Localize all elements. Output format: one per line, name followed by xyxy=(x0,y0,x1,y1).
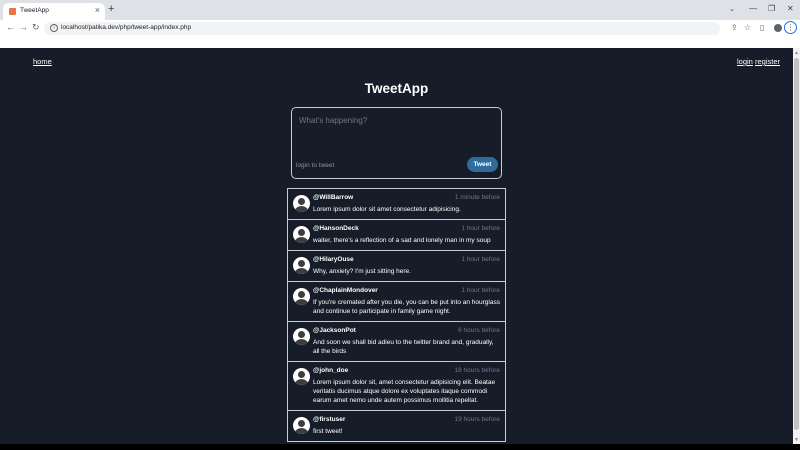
tweet-username[interactable]: @john_doe xyxy=(313,367,348,374)
avatar[interactable] xyxy=(293,417,310,434)
close-tab-icon[interactable]: × xyxy=(95,5,100,15)
tweet-feed: @WillBarrow 1 minute before Lorem ipsum do… xyxy=(287,188,506,442)
scroll-thumb[interactable] xyxy=(794,58,799,430)
side-panel-icon[interactable]: ▯ xyxy=(760,23,764,32)
tweet-text: If you're cremated after you die, you ca… xyxy=(313,299,500,315)
tweet-button[interactable]: Tweet xyxy=(467,157,498,172)
address-bar[interactable]: i localhost/patika.dev/php/tweet-app/ind… xyxy=(44,22,720,35)
tweet-timestamp: 1 hour before xyxy=(461,256,500,263)
browser-toolbar: ← → ↻ i localhost/patika.dev/php/tweet-a… xyxy=(0,20,800,37)
scroll-up-icon[interactable]: ▲ xyxy=(794,50,799,56)
tweet-timestamp: 6 hours before xyxy=(458,327,500,334)
tab-title: TweetApp xyxy=(20,7,49,14)
tweet-text: Why, anxiety? I'm just sitting here. xyxy=(313,268,411,275)
tweet-timestamp: 19 hours before xyxy=(454,416,500,423)
tweet-text: first tweet! xyxy=(313,428,343,435)
reload-icon[interactable]: ↻ xyxy=(32,22,40,33)
login-hint: login to tweet xyxy=(296,162,335,169)
avatar[interactable] xyxy=(293,195,310,212)
forward-icon[interactable]: → xyxy=(19,22,28,32)
avatar-body xyxy=(295,379,308,385)
avatar-body xyxy=(295,268,308,274)
tweet-item: @JacksonPot 6 hours before And soon we sha… xyxy=(288,322,505,362)
tweet-item: @HansonDeck 1 hour before waiter, there's … xyxy=(288,220,505,251)
tweet-item: @firstuser 19 hours before first tweet! xyxy=(288,411,505,441)
avatar-body xyxy=(295,339,308,345)
share-icon[interactable]: ⇪ xyxy=(731,23,738,32)
nav-home-link[interactable]: home xyxy=(33,57,52,66)
tweet-username[interactable]: @firstuser xyxy=(313,416,345,423)
tweet-timestamp: 1 hour before xyxy=(461,287,500,294)
restore-icon[interactable]: ❐ xyxy=(768,4,775,13)
nav-register-link[interactable]: register xyxy=(755,57,780,66)
tweet-item: @WillBarrow 1 minute before Lorem ipsum do… xyxy=(288,189,505,220)
avatar[interactable] xyxy=(293,257,310,274)
browser-tabstrip: TweetApp × + ⌄ — ❐ ✕ xyxy=(0,0,800,20)
profile-icon[interactable] xyxy=(774,24,782,32)
tweet-item: @ChaplainMondover 1 hour before If you're … xyxy=(288,282,505,322)
page-body: home login register TweetApp What's happ… xyxy=(0,48,793,444)
tweet-text: And soon we shall bid adieu to the twitt… xyxy=(313,339,494,355)
tweet-input[interactable]: What's happening? xyxy=(299,116,367,125)
avatar-head xyxy=(298,229,305,236)
avatar-head xyxy=(298,291,305,298)
new-tab-icon[interactable]: + xyxy=(108,3,114,15)
favicon-icon xyxy=(9,8,16,15)
nav-login-link[interactable]: login xyxy=(737,57,753,66)
scroll-down-icon[interactable]: ▼ xyxy=(794,437,799,443)
tweet-item: @john_doe 18 hours before Lorem ipsum dolo… xyxy=(288,362,505,411)
tweet-username[interactable]: @HilaryOuse xyxy=(313,256,354,263)
info-icon[interactable]: i xyxy=(50,24,58,32)
avatar-body xyxy=(295,206,308,212)
avatar-body xyxy=(295,299,308,305)
tweet-username[interactable]: @WillBarrow xyxy=(313,194,353,201)
tweet-username[interactable]: @JacksonPot xyxy=(313,327,356,334)
avatar-head xyxy=(298,198,305,205)
avatar-body xyxy=(295,428,308,434)
tweet-text: Lorem ipsum dolor sit amet consectetur a… xyxy=(313,206,461,213)
avatar[interactable] xyxy=(293,226,310,243)
app-title: TweetApp xyxy=(364,81,429,96)
tweet-text: Lorem ipsum dolor sit, amet consectetur … xyxy=(313,379,496,404)
tweet-username[interactable]: @HansonDeck xyxy=(313,225,359,232)
tweet-text: waiter, there's a reflection of a sad an… xyxy=(313,237,491,244)
browser-tab[interactable]: TweetApp × xyxy=(3,3,105,20)
avatar[interactable] xyxy=(293,368,310,385)
toolbar-divider xyxy=(0,37,800,48)
avatar-head xyxy=(298,260,305,267)
tweet-timestamp: 1 minute before xyxy=(454,194,500,201)
kebab-menu-icon[interactable]: ⋮ xyxy=(784,21,797,34)
back-icon[interactable]: ← xyxy=(6,22,15,32)
avatar-head xyxy=(298,371,305,378)
avatar-head xyxy=(298,420,305,427)
tweet-composer: What's happening? login to tweet Tweet xyxy=(291,107,502,179)
chevron-down-icon[interactable]: ⌄ xyxy=(729,5,735,13)
url-text: localhost/patika.dev/php/tweet-app/index… xyxy=(61,24,192,31)
taskbar-edge xyxy=(0,444,800,450)
minimize-icon[interactable]: — xyxy=(749,4,757,13)
avatar-head xyxy=(298,331,305,338)
page-scrollbar[interactable]: ▲ ▼ xyxy=(793,48,800,444)
avatar[interactable] xyxy=(293,328,310,345)
tweet-username[interactable]: @ChaplainMondover xyxy=(313,287,378,294)
avatar[interactable] xyxy=(293,288,310,305)
star-icon[interactable]: ☆ xyxy=(744,23,751,32)
tweet-timestamp: 18 hours before xyxy=(454,367,500,374)
tweet-timestamp: 1 hour before xyxy=(461,225,500,232)
window-close-icon[interactable]: ✕ xyxy=(787,4,794,13)
tweet-item: @HilaryOuse 1 hour before Why, anxiety? I'… xyxy=(288,251,505,282)
avatar-body xyxy=(295,237,308,243)
